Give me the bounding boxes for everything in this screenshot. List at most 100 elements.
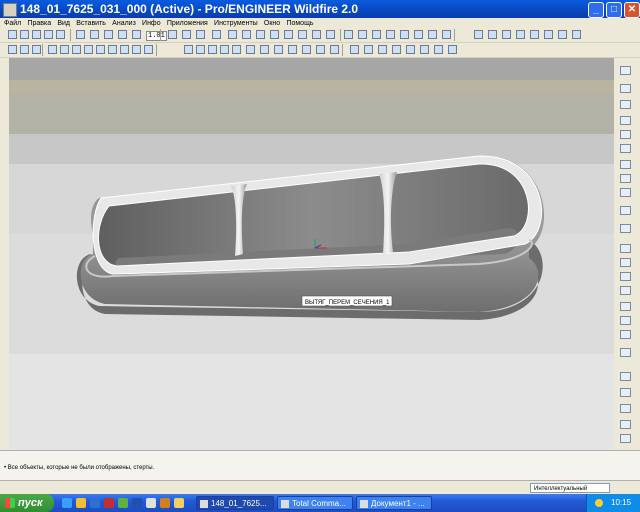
toolbar-tool-icon[interactable] (32, 30, 41, 39)
feature-tool-icon[interactable] (620, 286, 631, 295)
toolbar-tool-icon[interactable] (284, 30, 293, 39)
toolbar-tool-icon[interactable] (378, 45, 387, 54)
feature-tool-icon[interactable] (620, 420, 631, 429)
feature-tool-icon[interactable] (620, 372, 631, 381)
toolbar-tool-icon[interactable] (246, 45, 255, 54)
feature-tool-icon[interactable] (620, 244, 631, 253)
feature-tool-icon[interactable] (620, 144, 631, 153)
toolbar-tool-icon[interactable] (232, 45, 241, 54)
maximize-button[interactable]: □ (606, 2, 622, 18)
toolbar-tool-icon[interactable] (442, 30, 451, 39)
quicklaunch-app-icon[interactable] (118, 498, 128, 508)
task-proengineer[interactable]: 148_01_7625... (196, 496, 274, 510)
toolbar-tool-icon[interactable] (44, 30, 53, 39)
toolbar-tool-icon[interactable] (544, 30, 553, 39)
toolbar-tool-icon[interactable] (400, 30, 409, 39)
quicklaunch-app-icon[interactable] (146, 498, 156, 508)
feature-tool-icon[interactable] (620, 174, 631, 183)
start-button[interactable]: пуск (0, 494, 54, 512)
toolbar-tool-icon[interactable] (196, 45, 205, 54)
feature-tool-icon[interactable] (620, 404, 631, 413)
toolbar-tool-icon[interactable] (344, 30, 353, 39)
feature-label-tag[interactable]: ВЫТЯГ_ПЕРЕМ_СЕЧЕНИЯ_1 (301, 295, 393, 307)
toolbar-tool-icon[interactable] (196, 30, 205, 39)
toolbar-tool-icon[interactable] (274, 45, 283, 54)
toolbar-tool-icon[interactable] (406, 45, 415, 54)
feature-tool-icon[interactable] (620, 272, 631, 281)
toolbar-tool-icon[interactable] (108, 45, 117, 54)
toolbar-tool-icon[interactable] (144, 45, 153, 54)
toolbar-tool-icon[interactable] (104, 30, 113, 39)
toolbar-tool-icon[interactable] (572, 30, 581, 39)
task-total-commander[interactable]: Total Comma... (277, 496, 353, 510)
toolbar-tool-icon[interactable] (132, 45, 141, 54)
feature-tool-icon[interactable] (620, 84, 631, 93)
feature-tool-icon[interactable] (620, 434, 631, 443)
toolbar-tool-icon[interactable] (350, 45, 359, 54)
toolbar-tool-icon[interactable] (312, 30, 321, 39)
toolbar-tool-icon[interactable] (326, 30, 335, 39)
toolbar-tool-icon[interactable] (392, 45, 401, 54)
toolbar-tool-icon[interactable] (420, 45, 429, 54)
toolbar-tool-icon[interactable] (212, 30, 221, 39)
toolbar-tool-icon[interactable] (414, 30, 423, 39)
toolbar-tool-icon[interactable] (428, 30, 437, 39)
toolbar-tool-icon[interactable] (358, 30, 367, 39)
tray-icon[interactable] (595, 499, 603, 507)
toolbar-tool-icon[interactable] (316, 45, 325, 54)
model-canvas[interactable]: ВЫТЯГ_ПЕРЕМ_СЕЧЕНИЯ_1 (9, 58, 614, 450)
feature-tool-icon[interactable] (620, 316, 631, 325)
toolbar-tool-icon[interactable] (364, 45, 373, 54)
toolbar-tool-icon[interactable] (260, 45, 269, 54)
toolbar-tool-icon[interactable] (448, 45, 457, 54)
feature-tool-icon[interactable] (620, 160, 631, 169)
toolbar-tool-icon[interactable] (56, 30, 65, 39)
feature-tool-icon[interactable] (620, 348, 631, 357)
toolbar-tool-icon[interactable] (20, 30, 29, 39)
toolbar-tool-icon[interactable] (76, 30, 85, 39)
toolbar-tool-icon[interactable] (372, 30, 381, 39)
quicklaunch-ie-icon[interactable] (90, 498, 100, 508)
toolbar-tool-icon[interactable] (242, 30, 251, 39)
task-document[interactable]: Документ1 - ... (356, 496, 432, 510)
toolbar-tool-icon[interactable] (302, 45, 311, 54)
toolbar-tool-icon[interactable] (558, 30, 567, 39)
toolbar-tool-icon[interactable] (182, 30, 191, 39)
toolbar-tool-icon[interactable] (288, 45, 297, 54)
toolbar-tool-icon[interactable] (330, 45, 339, 54)
toolbar-tool-icon[interactable] (72, 45, 81, 54)
toolbar-tool-icon[interactable] (184, 45, 193, 54)
toolbar-tool-icon[interactable] (8, 45, 17, 54)
feature-tool-icon[interactable] (620, 224, 631, 233)
quicklaunch-word-icon[interactable] (132, 498, 142, 508)
feature-tool-icon[interactable] (620, 188, 631, 197)
toolbar-tool-icon[interactable] (8, 30, 17, 39)
minimize-button[interactable]: _ (588, 2, 604, 18)
toolbar-tool-icon[interactable] (118, 30, 127, 39)
toolbar-tool-icon[interactable] (48, 45, 57, 54)
toolbar-tool-icon[interactable] (516, 30, 525, 39)
toolbar-tool-icon[interactable] (530, 30, 539, 39)
toolbar-tool-icon[interactable] (256, 30, 265, 39)
toolbar-tool-icon[interactable] (502, 30, 511, 39)
feature-tool-icon[interactable] (620, 330, 631, 339)
toolbar-tool-icon[interactable] (488, 30, 497, 39)
toolbar-tool-icon[interactable] (220, 45, 229, 54)
toolbar-tool-icon[interactable] (474, 30, 483, 39)
quicklaunch-app-icon[interactable] (174, 498, 184, 508)
close-button[interactable]: ✕ (624, 2, 640, 18)
feature-tool-icon[interactable] (620, 100, 631, 109)
quicklaunch-app-icon[interactable] (104, 498, 114, 508)
toolbar-tool-icon[interactable] (20, 45, 29, 54)
graphics-viewport[interactable]: ВЫТЯГ_ПЕРЕМ_СЕЧЕНИЯ_1 (9, 58, 614, 450)
feature-tool-icon[interactable] (620, 206, 631, 215)
toolbar-tool-icon[interactable] (228, 30, 237, 39)
feature-tool-icon[interactable] (620, 258, 631, 267)
toolbar-tool-icon[interactable] (386, 30, 395, 39)
toolbar-tool-icon[interactable] (120, 45, 129, 54)
quicklaunch-app-icon[interactable] (160, 498, 170, 508)
toolbar-tool-icon[interactable] (270, 30, 279, 39)
feature-tool-icon[interactable] (620, 388, 631, 397)
quicklaunch-folder-icon[interactable] (76, 498, 86, 508)
selection-filter-select[interactable]: Интеллектуальный (530, 483, 610, 493)
